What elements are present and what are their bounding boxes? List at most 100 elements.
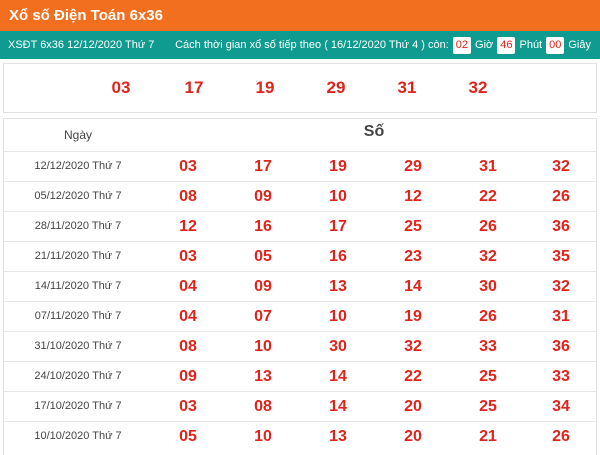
history-table: Ngày Số 12/12/2020 Thứ 7 03 17 19 29 31 32 05/1… — [3, 118, 597, 455]
row-number: 31 — [552, 308, 570, 325]
row-number: 13 — [254, 368, 272, 385]
table-row: 07/11/2020 Thứ 7 04 07 10 19 26 31 — [4, 301, 596, 331]
row-number: 14 — [329, 368, 347, 385]
countdown-hours: 02 — [452, 36, 472, 54]
row-number: 26 — [479, 218, 497, 235]
table-row: 17/10/2020 Thứ 7 03 08 14 20 25 34 — [4, 391, 596, 421]
row-number: 03 — [179, 248, 197, 265]
row-number: 09 — [179, 368, 197, 385]
countdown-seconds-label: Giây — [568, 39, 591, 51]
table-row: 14/11/2020 Thứ 7 04 09 13 14 30 32 — [4, 271, 596, 301]
row-number: 14 — [404, 278, 422, 295]
row-number: 20 — [404, 428, 422, 445]
row-number: 33 — [479, 338, 497, 355]
row-number: 03 — [179, 398, 197, 415]
row-number: 14 — [329, 398, 347, 415]
row-number: 12 — [179, 218, 197, 235]
row-date: 14/11/2020 Thứ 7 — [34, 280, 122, 292]
row-number: 34 — [552, 398, 570, 415]
row-number: 20 — [404, 398, 422, 415]
result-number: 03 — [111, 78, 131, 97]
row-number: 32 — [479, 248, 497, 265]
row-date: 07/11/2020 Thứ 7 — [34, 310, 122, 322]
row-number: 36 — [552, 338, 570, 355]
row-number: 22 — [404, 368, 422, 385]
row-number: 32 — [552, 278, 570, 295]
row-date: 28/11/2020 Thứ 7 — [34, 220, 122, 232]
row-number: 35 — [552, 248, 570, 265]
table-row: 24/10/2020 Thứ 7 09 13 14 22 25 33 — [4, 361, 596, 391]
row-number: 23 — [404, 248, 422, 265]
row-date: 10/10/2020 Thứ 7 — [34, 430, 122, 442]
row-date: 21/11/2020 Thứ 7 — [34, 250, 122, 262]
row-number: 09 — [254, 188, 272, 205]
result-number: 17 — [184, 78, 204, 97]
row-number: 10 — [254, 338, 272, 355]
row-number: 07 — [254, 308, 272, 325]
draw-label: XSĐT 6x36 12/12/2020 Thứ 7 — [8, 39, 155, 51]
countdown-seconds: 00 — [546, 36, 565, 54]
result-number: 19 — [255, 78, 275, 97]
latest-result: 03 17 19 29 31 32 — [3, 63, 597, 113]
row-number: 22 — [479, 188, 497, 205]
row-number: 21 — [479, 428, 497, 445]
numbers-column-header: Số — [363, 123, 385, 140]
row-number: 03 — [179, 158, 197, 175]
draw-info-bar: XSĐT 6x36 12/12/2020 Thứ 7 Cách thời gia… — [0, 31, 600, 59]
row-number: 05 — [254, 248, 272, 265]
row-date: 05/12/2020 Thứ 7 — [34, 190, 122, 202]
table-row: 31/10/2020 Thứ 7 08 10 30 32 33 36 — [4, 331, 596, 361]
row-number: 36 — [552, 218, 570, 235]
row-number: 32 — [404, 338, 422, 355]
row-number: 08 — [179, 188, 197, 205]
row-number: 04 — [179, 308, 197, 325]
row-number: 19 — [329, 158, 347, 175]
countdown-hours-label: Giờ — [475, 39, 494, 51]
row-number: 10 — [254, 428, 272, 445]
result-number: 32 — [468, 78, 488, 97]
row-number: 26 — [552, 428, 570, 445]
row-date: 17/10/2020 Thứ 7 — [34, 400, 122, 412]
countdown: Cách thời gian xổ số tiếp theo ( 16/12/2… — [175, 31, 591, 59]
row-date: 24/10/2020 Thứ 7 — [34, 370, 122, 382]
table-row: 12/12/2020 Thứ 7 03 17 19 29 31 32 — [4, 151, 596, 181]
row-date: 31/10/2020 Thứ 7 — [34, 340, 122, 352]
row-number: 05 — [179, 428, 197, 445]
row-number: 32 — [552, 158, 570, 175]
row-number: 12 — [404, 188, 422, 205]
row-number: 13 — [329, 278, 347, 295]
row-number: 08 — [179, 338, 197, 355]
row-number: 25 — [479, 368, 497, 385]
row-number: 13 — [329, 428, 347, 445]
table-row: 05/12/2020 Thứ 7 08 09 10 12 22 26 — [4, 181, 596, 211]
row-number: 04 — [179, 278, 197, 295]
row-number: 10 — [329, 308, 347, 325]
countdown-text: Cách thời gian xổ số tiếp theo ( 16/12/2… — [175, 39, 449, 51]
row-number: 17 — [329, 218, 347, 235]
result-number: 29 — [326, 78, 346, 97]
row-number: 08 — [254, 398, 272, 415]
row-number: 30 — [329, 338, 347, 355]
row-date: 12/12/2020 Thứ 7 — [34, 160, 122, 172]
row-number: 17 — [254, 158, 272, 175]
row-number: 25 — [404, 218, 422, 235]
row-number: 19 — [404, 308, 422, 325]
row-number: 25 — [479, 398, 497, 415]
row-number: 26 — [552, 188, 570, 205]
row-number: 29 — [404, 158, 422, 175]
row-number: 16 — [329, 248, 347, 265]
row-number: 30 — [479, 278, 497, 295]
countdown-minutes: 46 — [497, 36, 516, 54]
countdown-minutes-label: Phút — [519, 39, 543, 51]
row-number: 09 — [254, 278, 272, 295]
row-number: 31 — [479, 158, 497, 175]
result-number: 31 — [397, 78, 417, 97]
row-number: 33 — [552, 368, 570, 385]
table-row: 28/11/2020 Thứ 7 12 16 17 25 26 36 — [4, 211, 596, 241]
row-number: 26 — [479, 308, 497, 325]
table-row: 21/11/2020 Thứ 7 03 05 16 23 32 35 — [4, 241, 596, 271]
row-number: 16 — [254, 218, 272, 235]
page-title: Xổ số Điện Toán 6x36 — [0, 0, 600, 31]
date-column-header: Ngày — [63, 128, 92, 142]
row-number: 10 — [329, 188, 347, 205]
